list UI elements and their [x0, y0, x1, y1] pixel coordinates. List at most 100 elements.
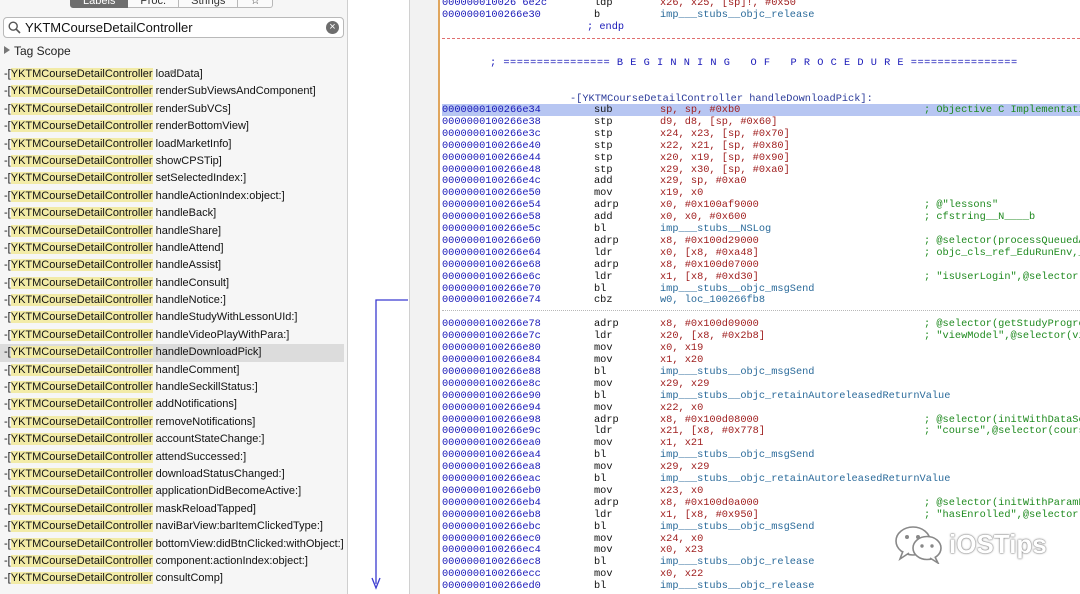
tab-0[interactable]: Labels — [70, 0, 129, 8]
code-mnemonic: bl — [594, 449, 607, 462]
tab-3[interactable]: ☆ — [238, 0, 274, 8]
code-line[interactable]: 0000000100266e50 mov x19, x0 — [442, 187, 1080, 199]
code-mnemonic: adrp — [594, 258, 619, 271]
tab-1[interactable]: Proc. — [128, 0, 180, 8]
code-line[interactable]: 0000000100266e30 b imp___stubs__objc_relea… — [442, 9, 1080, 21]
method-list-item[interactable]: -[YKTMCourseDetailController renderSubVi… — [0, 83, 347, 100]
method-list-item[interactable]: -[YKTMCourseDetailController handleBack] — [0, 205, 347, 222]
method-list-item[interactable]: -[YKTMCourseDetailController handleStudy… — [0, 309, 347, 326]
code-line[interactable]: 0000000100266e7c ldr x20, [x8, #0x2b8] ; "v… — [442, 330, 1080, 342]
code-line[interactable]: 0000000100266eac bl imp___stubs__objc_reta… — [442, 473, 1080, 485]
search-field[interactable]: × — [3, 17, 344, 38]
code-line[interactable]: 0000000100266eb8 ldr x1, [x8, #0x950] ; "ha… — [442, 509, 1080, 521]
method-prefix: -[ — [4, 172, 11, 185]
code-operands: x29, x30, [sp, #0xa0] — [660, 163, 790, 176]
method-prefix: -[ — [4, 554, 11, 567]
code-line[interactable]: 0000000100266e98 adrp x8, #0x100d08000 ; @s… — [442, 414, 1080, 426]
code-line[interactable]: 0000000100266e78 adrp x8, #0x100d09000 ; @s… — [442, 318, 1080, 330]
disassembly-view[interactable]: ; endp ; ================ B E G I N N I … — [442, 0, 1080, 594]
tab-2[interactable]: Strings — [179, 0, 239, 8]
code-line[interactable]: 0000000100266e90 bl imp___stubs__objc_reta… — [442, 390, 1080, 402]
code-line[interactable]: 0000000100266e4c add x29, sp, #0xa0 — [442, 175, 1080, 187]
code-line[interactable]: 0000000100266e58 add x0, x0, #0x600 ; cfstr… — [442, 211, 1080, 223]
code-operands: x26, x25, [sp]!, #0x50 — [660, 0, 796, 9]
code-line[interactable]: 0000000100266ecc mov x0, x22 — [442, 568, 1080, 580]
code-line[interactable]: 0000000100266e3c stp x24, x23, [sp, #0x70] — [442, 128, 1080, 140]
code-address: 0000000100266e44 — [442, 151, 541, 164]
code-line[interactable]: 0000000100266e80 mov x0, x19 — [442, 342, 1080, 354]
method-list-item[interactable]: -[YKTMCourseDetailController handleDownl… — [0, 344, 344, 362]
scroll-indicator — [170, 70, 174, 74]
code-line[interactable]: 0000000100266e74 cbz w0, loc_100266fb8 — [442, 294, 1080, 306]
code-line[interactable]: 0000000100266ea0 mov x1, x21 — [442, 437, 1080, 449]
code-line[interactable]: 0000000100266e84 mov x1, x20 — [442, 354, 1080, 366]
code-line[interactable]: 0000000100266e34 sub sp, sp, #0xb0 ; Object… — [442, 104, 1080, 116]
code-line[interactable]: 0000000100266e94 mov x22, x0 — [442, 402, 1080, 414]
method-list-item[interactable]: -[YKTMCourseDetailController loadData] — [0, 66, 347, 83]
code-line[interactable]: 0000000100266e64 ldr x0, [x8, #0xa48] ; obj… — [442, 247, 1080, 259]
method-list-item[interactable]: -[YKTMCourseDetailController bottomView:… — [0, 536, 347, 553]
method-list-item[interactable]: -[YKTMCourseDetailController downloadSta… — [0, 466, 347, 483]
code-line[interactable]: 0000000100266e6c ldr x1, [x8, #0xd30] ; "is… — [442, 271, 1080, 283]
method-list-item[interactable]: -[YKTMCourseDetailController handleAssis… — [0, 257, 347, 274]
code-line[interactable]: 0000000100266ea8 mov x29, x29 — [442, 461, 1080, 473]
code-line[interactable]: 0000000100266e8c mov x29, x29 — [442, 378, 1080, 390]
code-mnemonic: sub — [594, 104, 613, 116]
code-line[interactable]: 0000000100266e60 adrp x8, #0x100d29000 ; @s… — [442, 235, 1080, 247]
tag-scope-disclosure[interactable]: Tag Scope — [4, 44, 71, 58]
code-line[interactable]: 0000000100266e40 stp x22, x21, [sp, #0x80] — [442, 140, 1080, 152]
method-list-item[interactable]: -[YKTMCourseDetailController renderSubVC… — [0, 101, 347, 118]
block-separator — [442, 310, 1080, 312]
code-line[interactable]: 0000000100266eb0 mov x23, x0 — [442, 485, 1080, 497]
method-list-item[interactable]: -[YKTMCourseDetailController setSelected… — [0, 170, 347, 187]
method-list-item[interactable]: -[YKTMCourseDetailController handleComme… — [0, 362, 347, 379]
method-list-item[interactable]: -[YKTMCourseDetailController accountStat… — [0, 431, 347, 448]
code-line[interactable]: 0000000100266eb4 adrp x8, #0x100d0a000 ; @s… — [442, 497, 1080, 509]
code-line[interactable]: 0000000100266ea4 bl imp___stubs__objc_msgS… — [442, 449, 1080, 461]
method-list-item[interactable]: -[YKTMCourseDetailController component:a… — [0, 553, 347, 570]
method-list-item[interactable]: -[YKTMCourseDetailController addNotifica… — [0, 396, 347, 413]
code-line[interactable]: 0000000100266e54 adrp x0, #0x100af9000 ; @"… — [442, 199, 1080, 211]
method-list-item[interactable]: -[YKTMCourseDetailController maskReloadT… — [0, 501, 347, 518]
method-list-item[interactable]: -[YKTMCourseDetailController handleSecki… — [0, 379, 347, 396]
code-line[interactable]: 0000000100266e5c bl imp___stubs__NSLog — [442, 223, 1080, 235]
code-line[interactable]: 0000000100266e88 bl imp___stubs__objc_msgS… — [442, 366, 1080, 378]
code-address: 0000000100266ed0 — [442, 580, 541, 593]
method-list-item[interactable]: -[YKTMCourseDetailController handleAtten… — [0, 240, 347, 257]
method-prefix: -[ — [4, 85, 11, 98]
code-line[interactable]: 0000000100266e70 bl imp___stubs__objc_msgS… — [442, 283, 1080, 295]
code-line[interactable]: 0000000100266e38 stp d9, d8, [sp, #0x60] — [442, 116, 1080, 128]
method-list-item[interactable]: -[YKTMCourseDetailController consultComp… — [0, 570, 347, 587]
method-list-item[interactable]: -[YKTMCourseDetailController attendSucce… — [0, 449, 347, 466]
method-list-item[interactable]: -[YKTMCourseDetailController handleShare… — [0, 223, 347, 240]
code-line[interactable]: 000000010026 6e2c ldp x26, x25, [sp]!, #0x… — [442, 0, 1080, 9]
method-list-item[interactable]: -[YKTMCourseDetailController handleConsu… — [0, 275, 347, 292]
code-address: 0000000100266e78 — [442, 318, 541, 331]
method-list-item[interactable]: -[YKTMCourseDetailController renderBotto… — [0, 118, 347, 135]
code-line[interactable]: 0000000100266e9c ldr x21, [x8, #0x778] ; "c… — [442, 425, 1080, 437]
code-line[interactable]: 0000000100266e68 adrp x8, #0x100d07000 — [442, 259, 1080, 271]
search-icon — [8, 21, 21, 34]
code-operands: x8, #0x100d29000 — [660, 234, 759, 247]
method-list-item[interactable]: -[YKTMCourseDetailController loadMarketI… — [0, 136, 347, 153]
method-selector: loadData] — [155, 68, 203, 80]
code-address: 0000000100266e48 — [442, 163, 541, 176]
method-selector: accountStateChange:] — [155, 433, 265, 446]
code-address: 000000010026 6e2c — [442, 0, 548, 9]
method-selector: maskReloadTapped] — [155, 502, 256, 515]
method-list-item[interactable]: -[YKTMCourseDetailController naviBarView… — [0, 518, 347, 535]
code-line[interactable]: 0000000100266e48 stp x29, x30, [sp, #0xa0] — [442, 164, 1080, 176]
method-list-item[interactable]: -[YKTMCourseDetailController handleActio… — [0, 188, 347, 205]
method-prefix: -[ — [4, 154, 11, 167]
method-list-item[interactable]: -[YKTMCourseDetailController removeNotif… — [0, 414, 347, 431]
method-list-item[interactable]: -[YKTMCourseDetailController showCPSTip] — [0, 153, 347, 170]
code-line[interactable]: 0000000100266e44 stp x20, x19, [sp, #0x90] — [442, 152, 1080, 164]
code-line[interactable]: 0000000100266ed0 bl imp___stubs__objc_rele… — [442, 580, 1080, 592]
method-list-item[interactable]: -[YKTMCourseDetailController handleVideo… — [0, 327, 347, 344]
search-input[interactable] — [25, 19, 325, 36]
method-selector: handleVideoPlayWithPara:] — [155, 328, 290, 341]
method-list-item[interactable]: -[YKTMCourseDetailController handleNotic… — [0, 292, 347, 309]
code-mnemonic: ldr — [594, 330, 613, 343]
clear-search-icon[interactable]: × — [326, 21, 339, 34]
method-list-item[interactable]: -[YKTMCourseDetailController application… — [0, 483, 347, 500]
